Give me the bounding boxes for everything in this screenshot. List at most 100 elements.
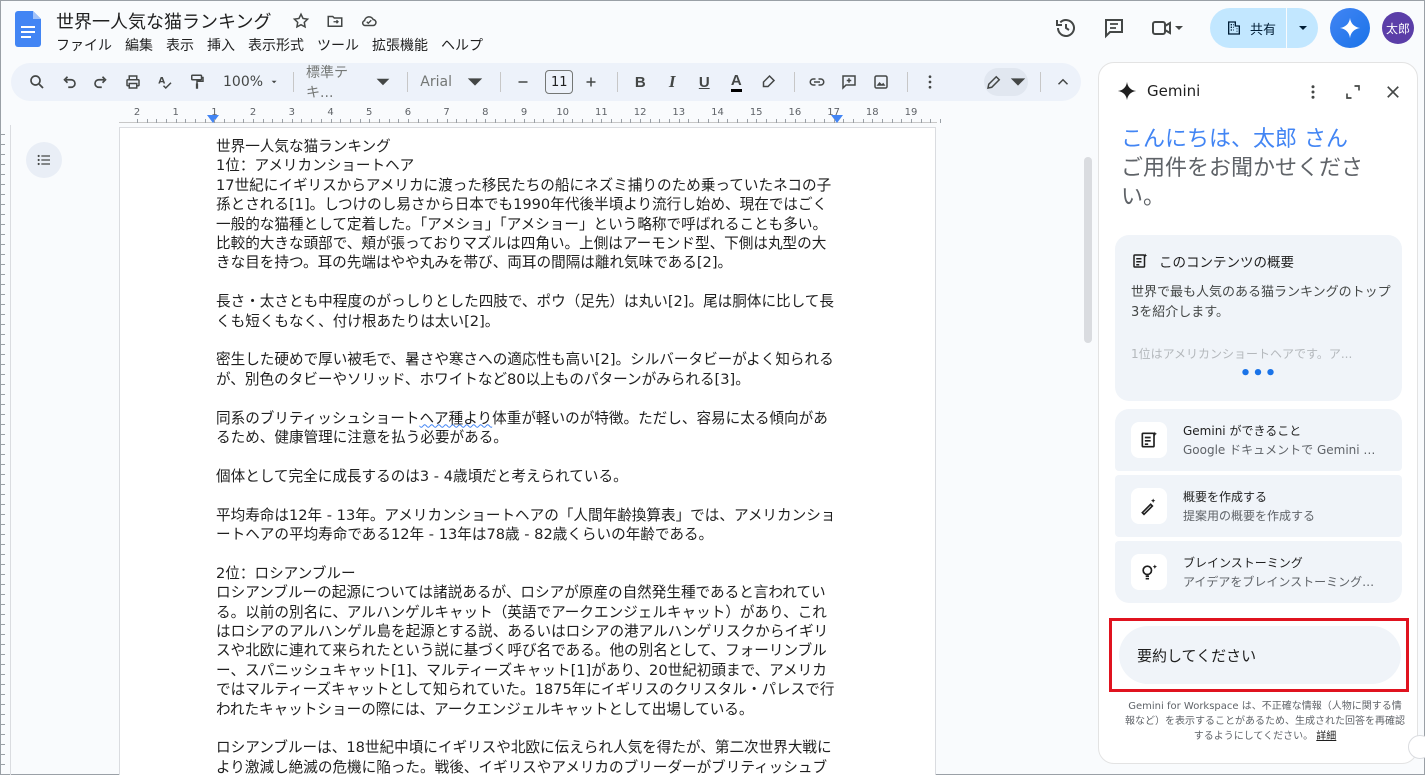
suggestion-text: ブレインストーミング アイデアをブレインストーミングす... — [1183, 554, 1383, 590]
ruler-number: 19 — [904, 107, 918, 118]
cloud-saved-icon[interactable] — [359, 11, 379, 31]
ruler-tick — [504, 119, 506, 123]
more-options-icon[interactable] — [916, 68, 944, 96]
ruler-tick — [175, 119, 177, 123]
ruler-tick — [417, 119, 419, 123]
menu-edit[interactable]: 編集 — [125, 35, 160, 55]
chevron-down-icon — [271, 80, 277, 84]
document-body[interactable]: 世界一人気な猫ランキング 1位：アメリカンショートヘア 17世紀にイギリスからア… — [216, 137, 840, 775]
ruler-tick — [156, 119, 158, 123]
ruler-number: 8 — [482, 107, 489, 118]
spellcheck-icon[interactable]: A — [151, 68, 179, 96]
redo-icon[interactable] — [87, 68, 115, 96]
gemini-toggle-button[interactable] — [1330, 8, 1370, 48]
insert-link-icon[interactable] — [803, 68, 831, 96]
ruler-tick — [204, 119, 206, 123]
ruler-number: 11 — [595, 107, 608, 118]
suggestion-what-gemini-can-do[interactable]: Gemini ができること Google ドキュメントで Gemini が... — [1115, 409, 1402, 471]
bold-button[interactable]: B — [626, 68, 654, 96]
gemini-panel-title: Gemini — [1147, 82, 1201, 100]
chevron-down-icon — [468, 78, 483, 86]
insert-image-icon[interactable] — [867, 68, 895, 96]
vertical-ruler[interactable] — [1, 125, 11, 775]
version-history-icon[interactable] — [1042, 8, 1090, 48]
menu-insert[interactable]: 挿入 — [207, 35, 242, 55]
move-folder-icon[interactable] — [325, 11, 345, 31]
share-dropdown-button[interactable] — [1286, 8, 1318, 48]
ruler-number: 6 — [404, 107, 412, 118]
menu-help[interactable]: ヘルプ — [441, 35, 490, 55]
add-comment-icon[interactable] — [835, 68, 863, 96]
document-page[interactable]: 世界一人気な猫ランキング 1位：アメリカンショートヘア 17世紀にイギリスからア… — [119, 127, 936, 775]
more-vert-icon[interactable] — [1295, 77, 1331, 107]
document-title[interactable]: 世界一人気な猫ランキング — [56, 8, 271, 34]
ruler-number: 2 — [249, 107, 257, 118]
ruler-tick — [775, 119, 777, 123]
ruler-tick — [282, 119, 284, 123]
ruler-tick — [872, 119, 874, 123]
toolbar-divider — [617, 72, 619, 92]
italic-button[interactable]: I — [658, 68, 686, 96]
share-button[interactable]: 共有 — [1210, 8, 1286, 48]
decrease-font-size-icon[interactable] — [509, 68, 537, 96]
ruler-tick — [640, 119, 642, 123]
ruler-tick — [891, 119, 893, 123]
summary-title: このコンテンツの概要 — [1159, 255, 1294, 271]
ruler-tick — [678, 119, 680, 123]
suggestion-title: ブレインストーミング — [1183, 556, 1303, 570]
zoom-select[interactable]: 100% — [219, 68, 281, 96]
underline-button[interactable]: U — [690, 68, 718, 96]
expand-panel-icon[interactable] — [1335, 77, 1371, 107]
paragraph-style-select[interactable]: 標準テキ... — [302, 65, 395, 101]
text-color-button[interactable]: A — [722, 68, 750, 96]
chevron-down-icon — [1010, 78, 1026, 86]
search-menus-icon[interactable] — [23, 68, 51, 96]
learn-more-link[interactable]: 詳細 — [1316, 731, 1336, 742]
undo-icon[interactable] — [55, 68, 83, 96]
font-family-select[interactable]: Arial — [416, 68, 488, 96]
print-icon[interactable] — [119, 68, 147, 96]
gemini-prompt-input[interactable]: 要約してください — [1119, 626, 1401, 684]
app-header: 世界一人気な猫ランキング ファイル 編集 表示 挿入 表示形式 ツール 拡張機能… — [1, 1, 1424, 61]
ruler-tick — [214, 119, 216, 123]
suggestion-brainstorm[interactable]: ブレインストーミング アイデアをブレインストーミングす... — [1115, 541, 1402, 603]
document-scrollbar[interactable] — [1084, 157, 1092, 343]
summary-text: 世界で最も人気のある猫ランキングのトップ3を紹介します。 — [1131, 285, 1391, 320]
explore-corner-button[interactable] — [1408, 735, 1425, 759]
ruler-tick — [137, 119, 138, 123]
menu-file[interactable]: ファイル — [56, 35, 119, 55]
menu-format[interactable]: 表示形式 — [248, 35, 311, 55]
horizontal-ruler[interactable]: 2 1 1 2 3 4 5 6 7 8 9 10 11 12 13 14 15 16 17 18 19 — [119, 105, 942, 125]
ruler-tick — [553, 119, 555, 123]
collapse-toolbar-icon[interactable] — [1049, 68, 1077, 96]
font-family-value: Arial — [420, 74, 452, 90]
paint-format-icon[interactable] — [183, 68, 211, 96]
document-outline-button[interactable] — [26, 142, 62, 178]
summary-header: このコンテンツの概要 — [1131, 251, 1294, 271]
menu-tools[interactable]: ツール — [317, 35, 366, 55]
content-summary-card[interactable]: このコンテンツの概要 世界で最も人気のある猫ランキングのトップ3を紹介します。 … — [1115, 235, 1402, 401]
suggestion-create-outline[interactable]: 概要を作成する 提案用の概要を作成する — [1115, 475, 1402, 537]
docs-logo-icon[interactable] — [15, 11, 41, 47]
ruler-tick — [475, 119, 477, 123]
menu-view[interactable]: 表示 — [166, 35, 201, 55]
share-label: 共有 — [1249, 22, 1276, 38]
star-icon[interactable] — [291, 11, 311, 31]
font-size-input[interactable]: 11 — [545, 70, 574, 94]
ruler-tick — [291, 119, 293, 123]
menu-extensions[interactable]: 拡張機能 — [372, 35, 435, 55]
empty-line — [216, 486, 840, 505]
increase-font-size-icon[interactable] — [577, 68, 605, 96]
summary-expand-button[interactable]: ••• — [1115, 363, 1402, 384]
ruler-tick — [852, 119, 854, 123]
close-panel-icon[interactable] — [1375, 77, 1411, 107]
empty-line — [216, 544, 840, 563]
ruler-tick — [698, 119, 700, 123]
editing-mode-select[interactable] — [983, 68, 1029, 96]
highlight-color-icon[interactable] — [754, 68, 782, 96]
meet-video-icon[interactable] — [1138, 8, 1196, 48]
spelling-suggestion-underline[interactable]: ヘア種より — [419, 410, 492, 427]
comments-icon[interactable] — [1090, 8, 1138, 48]
user-avatar[interactable]: 太郎 — [1382, 12, 1414, 44]
ruler-number: 5 — [366, 107, 373, 118]
